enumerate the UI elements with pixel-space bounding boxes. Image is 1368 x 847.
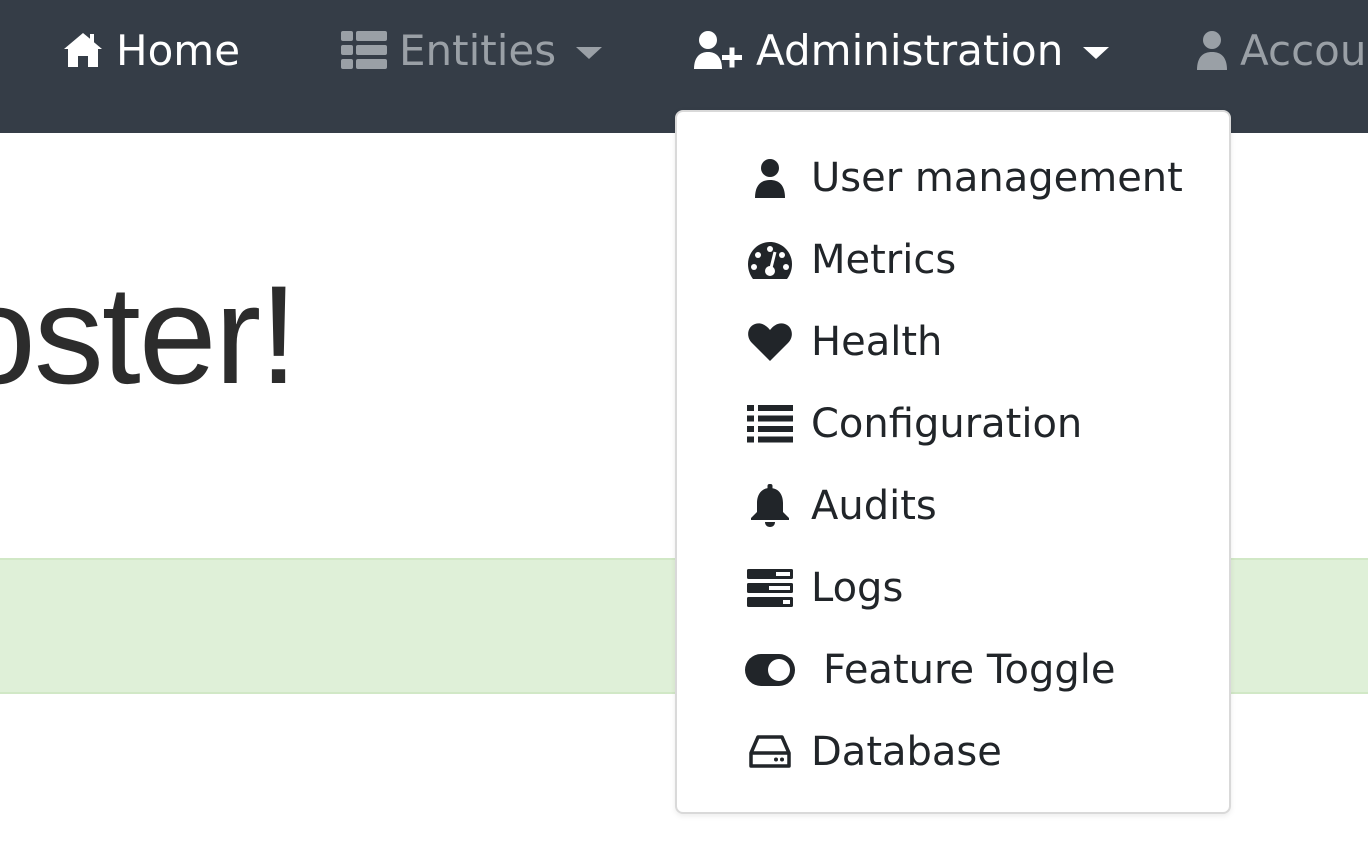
- menu-item-feature-toggle[interactable]: Feature Toggle: [677, 629, 1229, 711]
- nav-entities[interactable]: Entities: [341, 0, 603, 100]
- menu-item-audits[interactable]: Audits: [677, 465, 1229, 547]
- nav-entities-label: Entities: [399, 25, 557, 75]
- nav-account-label: Accou: [1240, 25, 1367, 75]
- th-list-icon: [341, 31, 387, 69]
- hdd-icon: [747, 729, 793, 775]
- user-icon: [747, 155, 793, 201]
- nav-administration[interactable]: Administration: [692, 0, 1110, 100]
- nav-home-label: Home: [116, 25, 241, 75]
- chevron-down-icon: [576, 47, 603, 59]
- menu-item-health[interactable]: Health: [677, 301, 1229, 383]
- menu-item-label: User management: [811, 155, 1183, 201]
- home-icon: [62, 31, 104, 69]
- menu-item-label: Configuration: [811, 401, 1083, 447]
- list-icon: [747, 401, 793, 447]
- user-icon: [1196, 30, 1228, 70]
- menu-item-label: Database: [811, 729, 1002, 775]
- menu-item-label: Metrics: [811, 237, 957, 283]
- menu-item-label: Feature Toggle: [823, 647, 1116, 693]
- page-title: oster!: [0, 256, 298, 413]
- menu-item-user-management[interactable]: User management: [677, 137, 1229, 219]
- menu-item-label: Audits: [811, 483, 937, 529]
- menu-item-label: Logs: [811, 565, 904, 611]
- tachometer-icon: [747, 237, 793, 283]
- page: Home Entities Administration Accou ster!…: [0, 0, 1368, 847]
- bell-icon: [747, 483, 793, 529]
- menu-item-database[interactable]: Database: [677, 711, 1229, 793]
- user-plus-icon: [692, 30, 744, 70]
- menu-item-label: Health: [811, 319, 943, 365]
- menu-item-metrics[interactable]: Metrics: [677, 219, 1229, 301]
- nav-account[interactable]: Accou: [1196, 0, 1367, 100]
- administration-dropdown-menu: User management Metrics Health Configura…: [675, 110, 1231, 814]
- tasks-icon: [747, 565, 793, 611]
- toggle-on-icon: [744, 647, 796, 693]
- menu-item-configuration[interactable]: Configuration: [677, 383, 1229, 465]
- menu-item-logs[interactable]: Logs: [677, 547, 1229, 629]
- nav-home[interactable]: Home: [62, 0, 240, 100]
- heart-icon: [747, 319, 793, 365]
- nav-administration-label: Administration: [756, 25, 1064, 75]
- chevron-down-icon: [1083, 47, 1110, 59]
